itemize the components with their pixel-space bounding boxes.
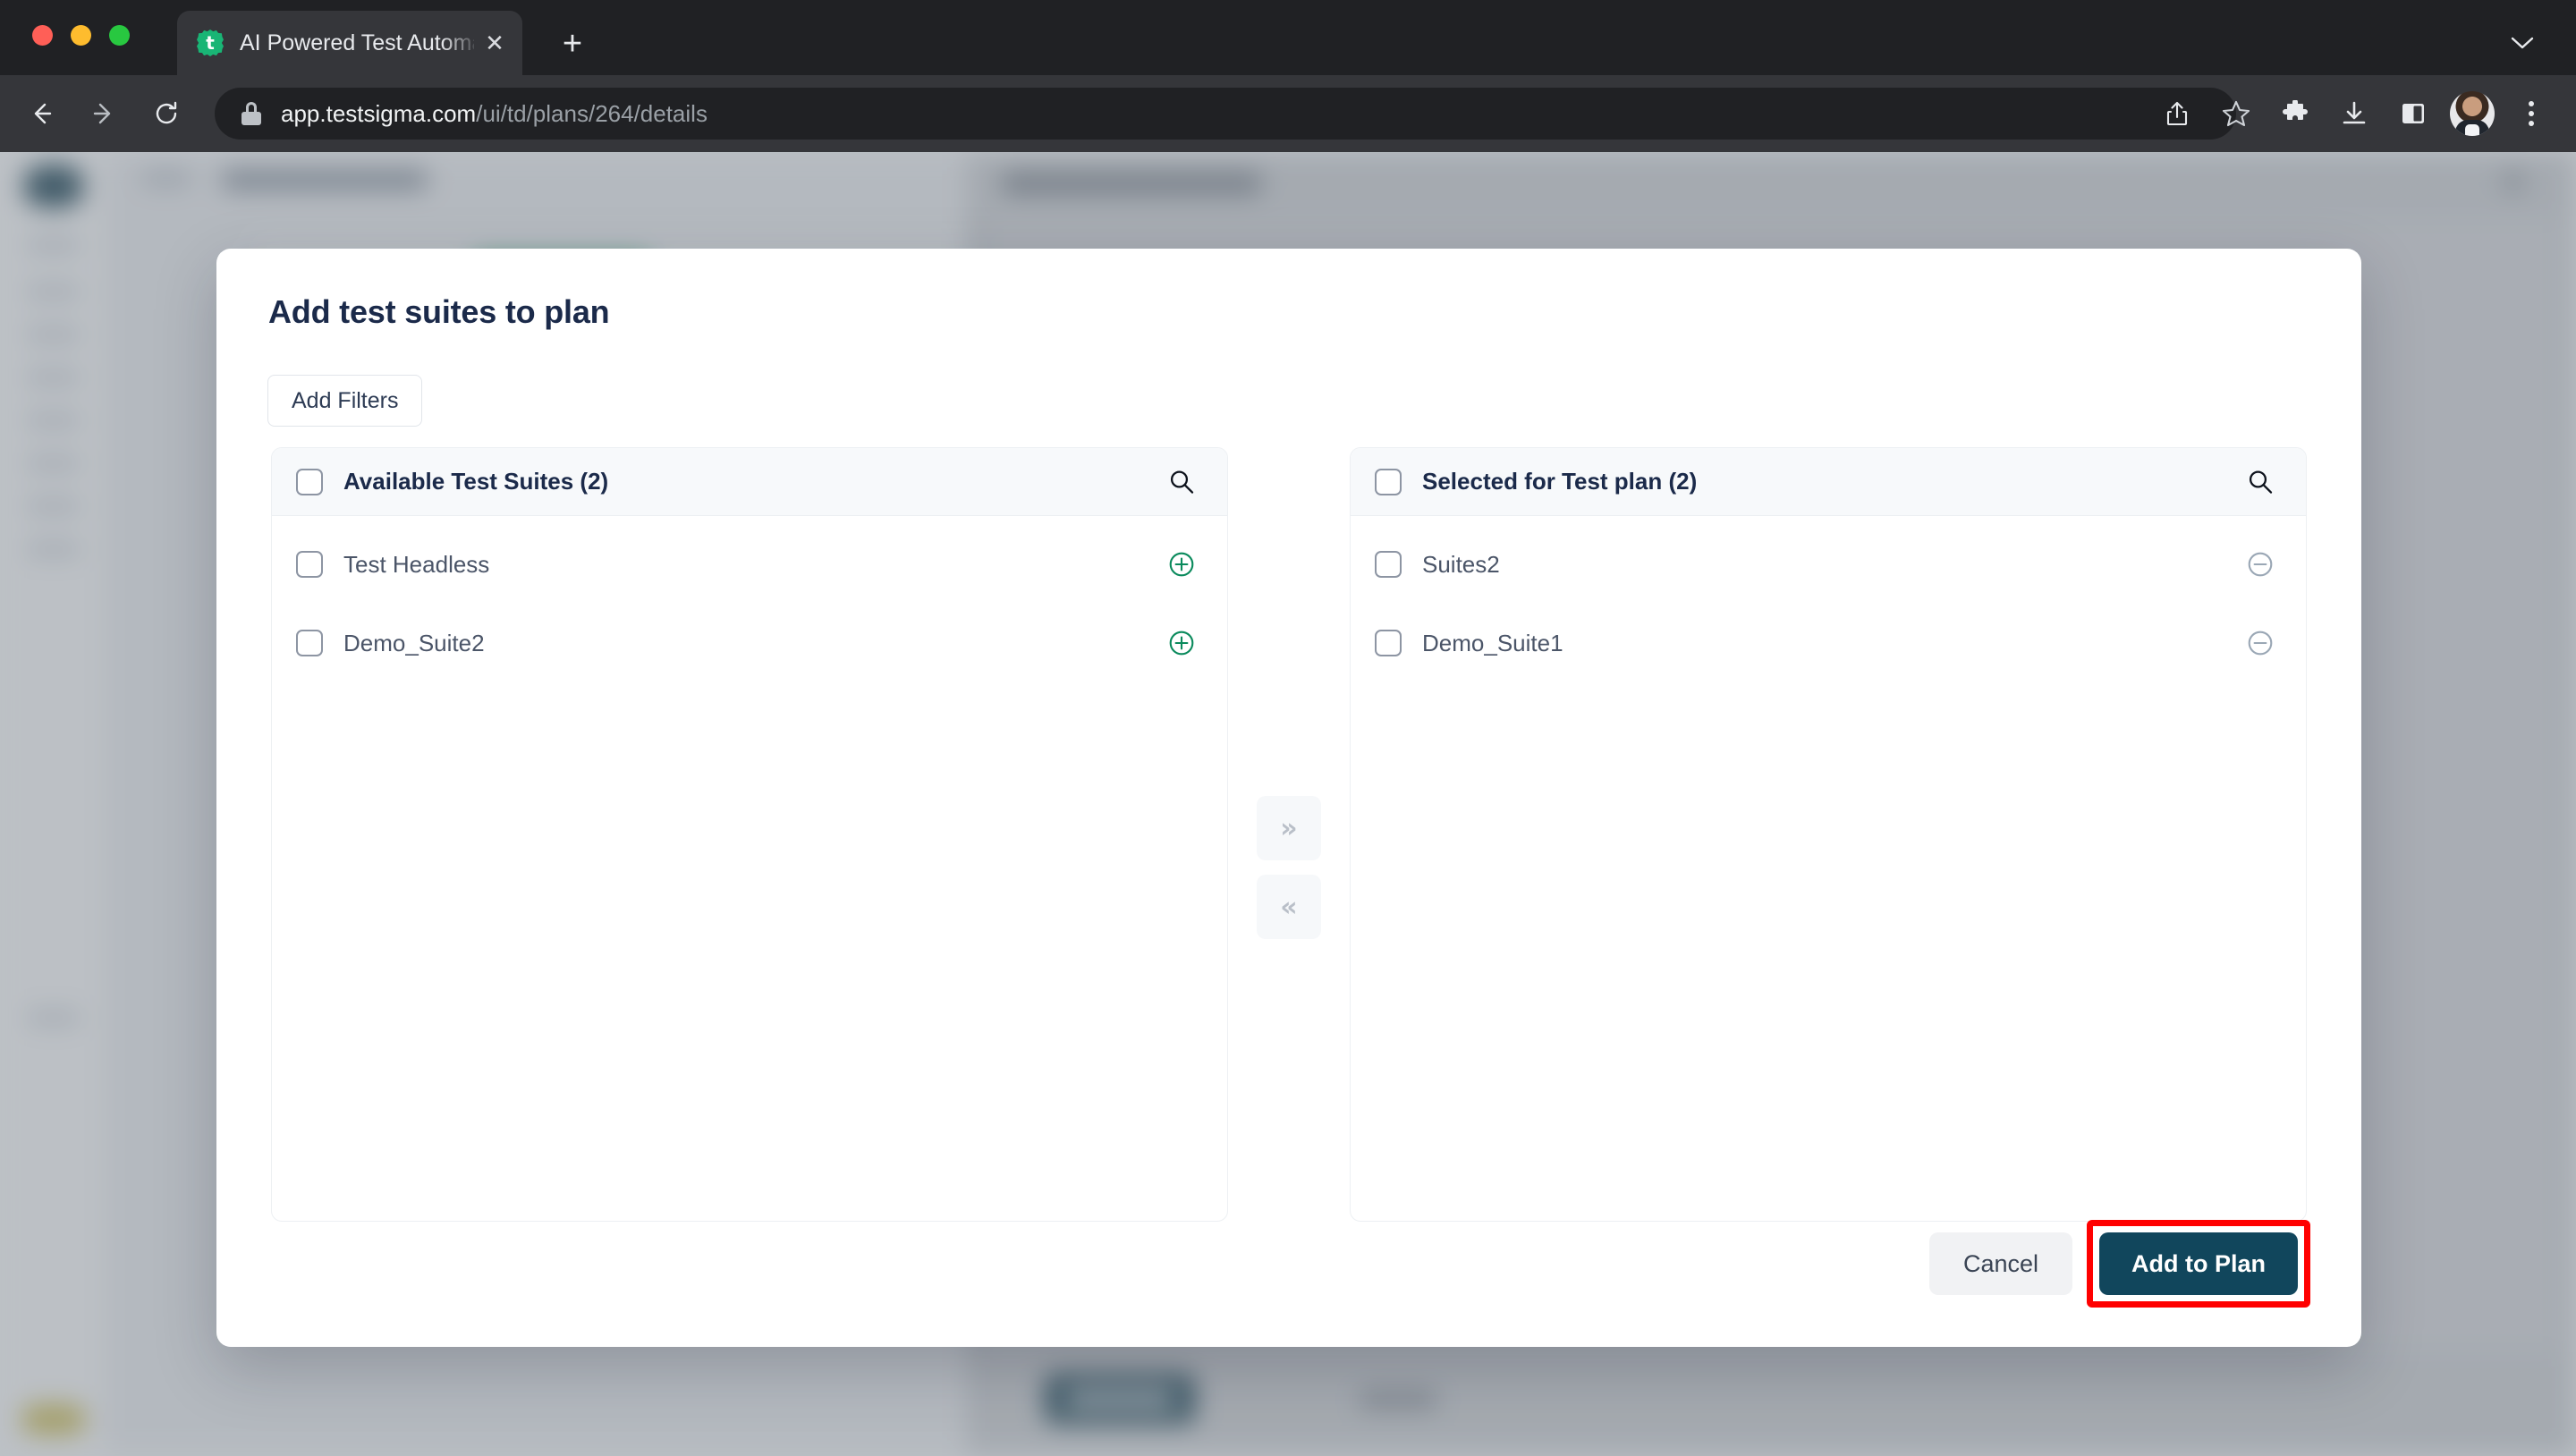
move-right-button[interactable]: » [1257, 796, 1321, 860]
avatar[interactable] [2447, 89, 2497, 139]
list-item-label: Demo_Suite1 [1422, 629, 1563, 656]
share-icon[interactable] [2152, 89, 2202, 139]
dual-list-transfer: Available Test Suites (2) Test Headless … [267, 447, 2310, 1222]
modal-footer: Cancel Add to Plan [1928, 1220, 2310, 1308]
modal-title: Add test suites to plan [268, 293, 610, 330]
navigation-buttons [16, 89, 191, 139]
search-icon[interactable] [1163, 463, 1200, 501]
forward-arrow-icon[interactable] [79, 89, 129, 139]
reload-icon[interactable] [141, 89, 191, 139]
available-test-suites-panel: Available Test Suites (2) Test Headless … [271, 447, 1228, 1222]
browser-tab-title: AI Powered Test Automation Pl [240, 30, 474, 55]
add-test-suites-modal: Add test suites to plan Add Filters Avai… [216, 249, 2361, 1347]
back-arrow-icon[interactable] [16, 89, 66, 139]
download-icon[interactable] [2329, 89, 2379, 139]
close-icon[interactable]: ✕ [479, 28, 510, 58]
browser-tabstrip: t AI Powered Test Automation Pl ✕ + [0, 0, 2576, 75]
lock-icon [242, 102, 261, 125]
search-icon[interactable] [2241, 463, 2279, 501]
add-to-plan-button[interactable]: Add to Plan [2099, 1232, 2298, 1295]
kebab-menu-icon[interactable] [2506, 89, 2556, 139]
cancel-button[interactable]: Cancel [1928, 1232, 2072, 1295]
add-suite-icon[interactable] [1163, 624, 1200, 662]
list-item-label: Suites2 [1422, 550, 1500, 578]
list-item-label: Demo_Suite2 [343, 629, 485, 656]
list-item-checkbox[interactable] [296, 551, 323, 578]
available-panel-title: Available Test Suites (2) [343, 468, 609, 495]
add-filters-label: Add Filters [292, 387, 399, 413]
list-item-label: Test Headless [343, 550, 490, 578]
selected-panel-title: Selected for Test plan (2) [1422, 468, 1698, 495]
list-item[interactable]: Demo_Suite1 [1351, 604, 2306, 682]
available-list: Test Headless Demo_Suite2 [272, 516, 1227, 682]
chevron-down-icon[interactable] [2503, 23, 2542, 63]
minimize-window-button[interactable] [71, 25, 91, 46]
remove-suite-icon[interactable] [2241, 624, 2279, 662]
list-item[interactable]: Suites2 [1351, 525, 2306, 604]
new-tab-button[interactable]: + [550, 21, 595, 66]
available-panel-header: Available Test Suites (2) [272, 448, 1227, 516]
window-traffic-lights [32, 25, 130, 46]
add-filters-button[interactable]: Add Filters [267, 375, 423, 427]
select-all-selected-checkbox[interactable] [1375, 468, 1402, 495]
list-item-checkbox[interactable] [1375, 551, 1402, 578]
move-left-button[interactable]: « [1257, 875, 1321, 939]
list-item[interactable]: Test Headless [272, 525, 1227, 604]
url-path: /ui/td/plans/264/details [476, 99, 708, 127]
list-item-checkbox[interactable] [1375, 630, 1402, 656]
select-all-available-checkbox[interactable] [296, 468, 323, 495]
address-bar-url: app.testsigma.com/ui/td/plans/264/detail… [281, 100, 708, 128]
address-bar[interactable]: app.testsigma.com/ui/td/plans/264/detail… [215, 88, 2236, 140]
add-to-plan-highlight: Add to Plan [2087, 1220, 2310, 1308]
add-suite-icon[interactable] [1163, 546, 1200, 583]
selected-list: Suites2 Demo_Suite1 [1351, 516, 2306, 682]
close-window-button[interactable] [32, 25, 53, 46]
remove-suite-icon[interactable] [2241, 546, 2279, 583]
browser-action-icons [2152, 75, 2556, 152]
transfer-buttons: » « [1257, 796, 1321, 939]
star-icon[interactable] [2211, 89, 2261, 139]
list-item-checkbox[interactable] [296, 630, 323, 656]
puzzle-icon[interactable] [2270, 89, 2320, 139]
maximize-window-button[interactable] [109, 25, 130, 46]
browser-tab[interactable]: t AI Powered Test Automation Pl ✕ [177, 11, 522, 75]
selected-test-suites-panel: Selected for Test plan (2) Suites2 Demo_… [1350, 447, 2307, 1222]
side-panel-icon[interactable] [2388, 89, 2438, 139]
url-domain: app.testsigma.com [281, 99, 477, 127]
list-item[interactable]: Demo_Suite2 [272, 604, 1227, 682]
testsigma-gear-icon: t [197, 30, 224, 56]
selected-panel-header: Selected for Test plan (2) [1351, 448, 2306, 516]
